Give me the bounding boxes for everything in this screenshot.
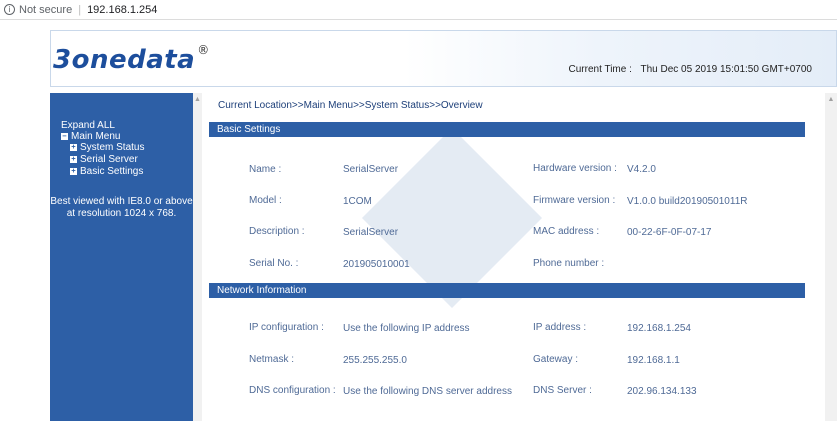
hardware-version-value: V4.2.0 — [627, 164, 656, 175]
ip-address-label: IP address : — [533, 322, 587, 333]
breadcrumb: Current Location>>Main Menu>>System Stat… — [218, 100, 483, 111]
browser-address-bar[interactable]: i Not secure | 192.168.1.254 — [0, 0, 837, 20]
sidebar: Expand ALL − Main Menu + System Status +… — [50, 93, 193, 421]
ip-configuration-value: Use the following IP address — [343, 323, 470, 334]
current-time-value: Thu Dec 05 2019 15:01:50 GMT+0700 — [640, 64, 812, 75]
browser-recommendation: Best viewed with IE8.0 or above at resol… — [50, 196, 193, 220]
page-header: 3onedata ® Current Time : Thu Dec 05 2019… — [50, 30, 837, 87]
current-time: Current Time : Thu Dec 05 2019 15:01:50 … — [569, 64, 812, 75]
firmware-version-label: Firmware version : — [533, 195, 616, 206]
info-icon[interactable]: i — [4, 4, 15, 15]
sidebar-item-main-menu[interactable]: − Main Menu — [61, 131, 120, 142]
serial-number-label: Serial No. : — [249, 258, 299, 269]
expand-all-link[interactable]: Expand ALL — [61, 120, 115, 131]
registered-mark: ® — [197, 43, 210, 57]
gateway-label: Gateway : — [533, 354, 579, 365]
scroll-up-icon[interactable]: ▲ — [825, 96, 837, 103]
model-label: Model : — [249, 195, 282, 206]
dns-configuration-label: DNS configuration : — [249, 385, 336, 396]
brand-logo: 3onedata ® — [53, 43, 210, 75]
ip-address-value: 192.168.1.254 — [627, 323, 691, 334]
recommendation-line-2: at resolution 1024 x 768. — [66, 208, 177, 219]
model-value: 1COM — [343, 196, 372, 207]
expand-icon: + — [70, 143, 77, 151]
firmware-version-value: V1.0.0 build20190501011R — [627, 196, 748, 207]
serial-number-value: 201905010001 — [343, 259, 410, 270]
recommendation-line-1: Best viewed with IE8.0 or above — [50, 196, 193, 207]
watermark-logo — [362, 128, 542, 308]
sidebar-item-basic-settings[interactable]: + Basic Settings — [70, 166, 143, 177]
netmask-value: 255.255.255.0 — [343, 355, 407, 366]
name-value: SerialServer — [343, 164, 399, 175]
main-scrollbar[interactable]: ▲ — [825, 93, 837, 421]
dns-configuration-value: Use the following DNS server address — [343, 386, 512, 397]
dns-server-value: 202.96.134.133 — [627, 386, 697, 397]
security-status: Not secure — [19, 3, 73, 16]
collapse-icon: − — [61, 132, 68, 140]
expand-icon: + — [70, 167, 77, 175]
sidebar-scrollbar[interactable]: ▲ — [193, 93, 202, 421]
url-text[interactable]: 192.168.1.254 — [87, 4, 157, 16]
netmask-label: Netmask : — [249, 354, 295, 365]
sidebar-item-label: System Status — [80, 142, 145, 153]
sidebar-item-label: Main Menu — [71, 131, 121, 142]
sidebar-item-serial-server[interactable]: + Serial Server — [70, 154, 138, 165]
mac-address-label: MAC address : — [533, 226, 600, 237]
main-content: Current Location>>Main Menu>>System Stat… — [202, 93, 825, 421]
hardware-version-label: Hardware version : — [533, 163, 617, 174]
current-time-label: Current Time : — [568, 64, 632, 75]
sidebar-item-label: Basic Settings — [80, 166, 144, 177]
section-header-network-information: Network Information — [209, 283, 805, 298]
phone-number-label: Phone number : — [533, 258, 605, 269]
address-separator: | — [78, 3, 82, 16]
sidebar-item-label: Serial Server — [80, 154, 138, 165]
logo-text: 3onedata — [53, 45, 196, 75]
name-label: Name : — [249, 164, 282, 175]
ip-configuration-label: IP configuration : — [249, 322, 324, 333]
mac-address-value: 00-22-6F-0F-07-17 — [627, 227, 712, 238]
section-header-basic-settings: Basic Settings — [209, 122, 805, 137]
expand-icon: + — [70, 155, 77, 163]
description-value: SerialServer — [343, 227, 399, 238]
scroll-up-icon[interactable]: ▲ — [193, 96, 202, 103]
description-label: Description : — [249, 226, 305, 237]
dns-server-label: DNS Server : — [533, 385, 592, 396]
sidebar-item-system-status[interactable]: + System Status — [70, 142, 144, 153]
gateway-value: 192.168.1.1 — [627, 355, 680, 366]
